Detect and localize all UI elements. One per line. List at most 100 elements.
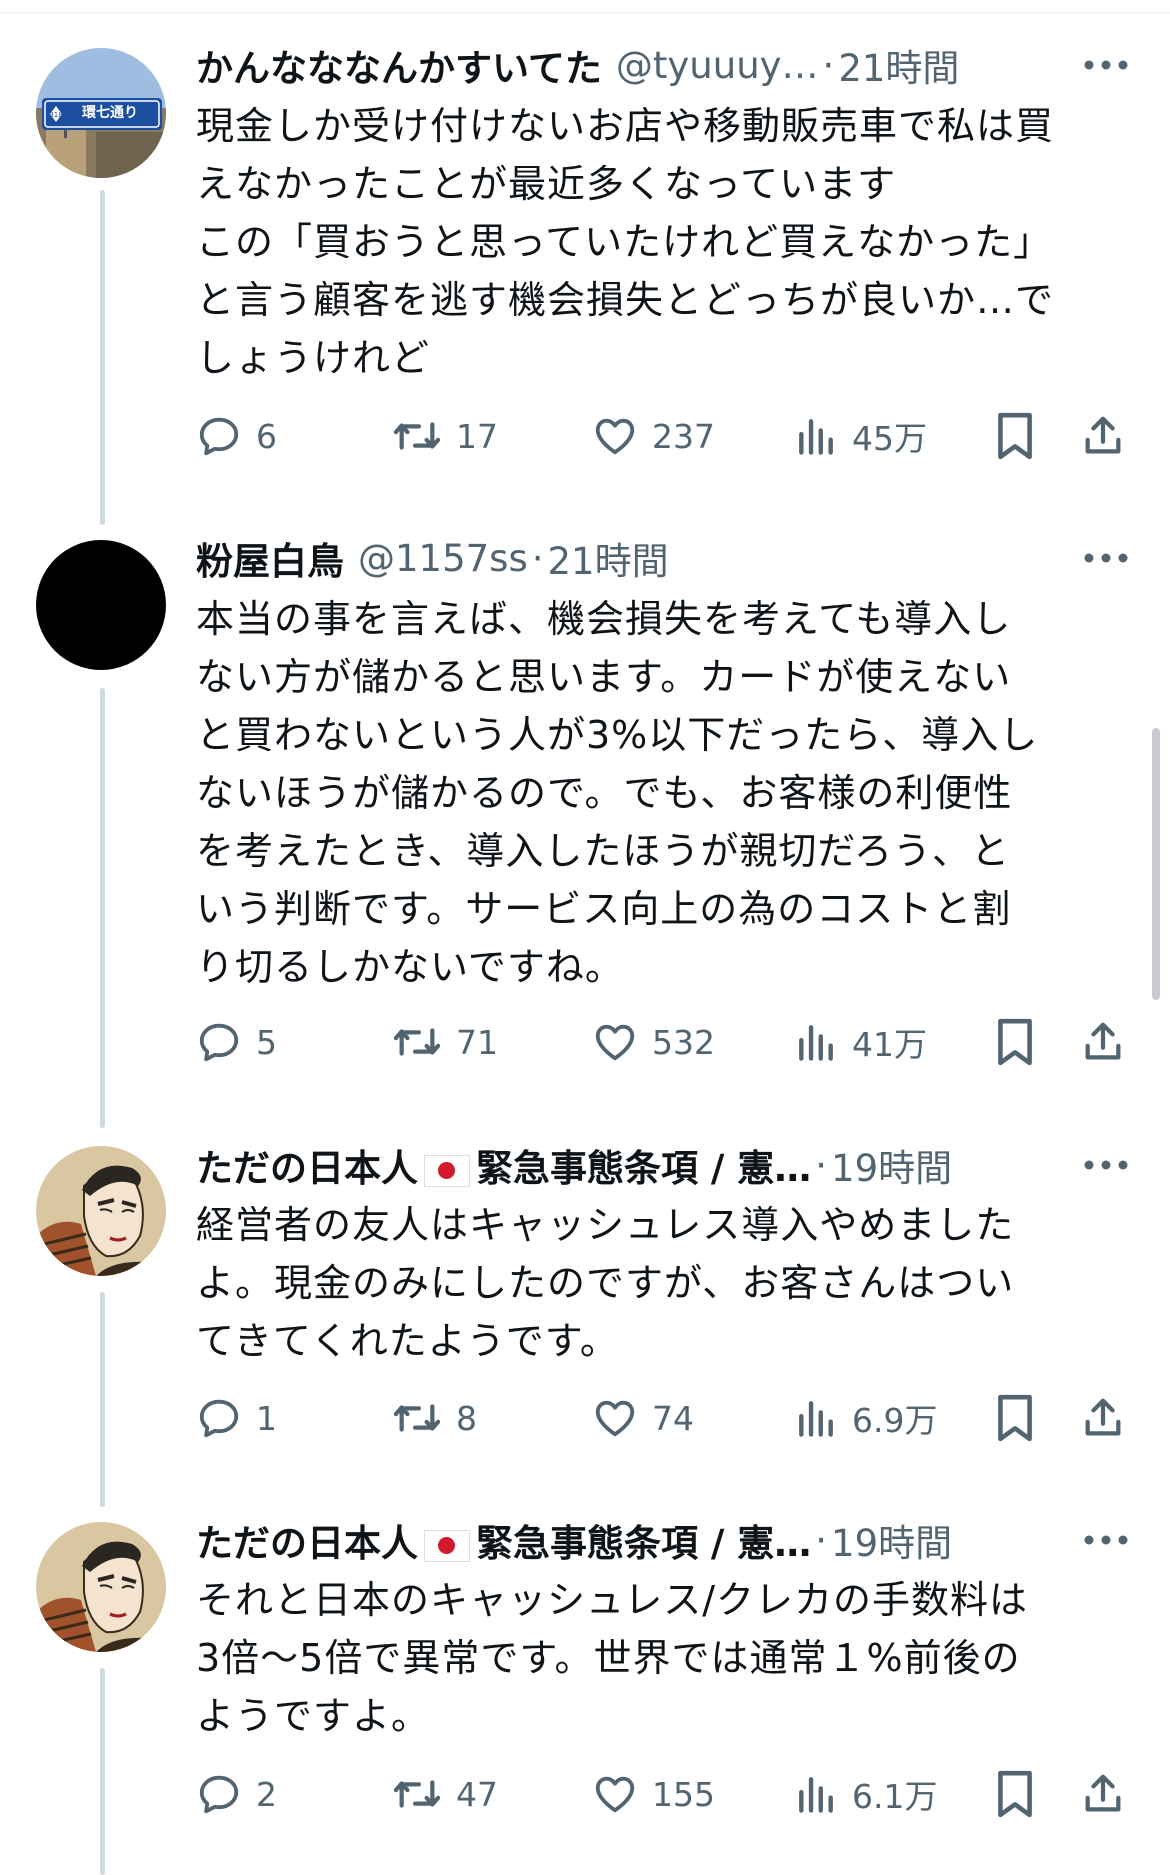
tweet-header: 粉屋白鳥 @1157ss · 21時間 bbox=[196, 528, 1130, 588]
views-button[interactable]: 41万 bbox=[794, 1012, 927, 1072]
retweet-button[interactable]: 8 bbox=[392, 1388, 477, 1448]
retweet-icon bbox=[393, 422, 441, 450]
retweet-count: 8 bbox=[456, 1398, 477, 1438]
tweet-text: 現金しか受け付けないお店や移動販売車で私は買 えなかったことが最近多くなっていま… bbox=[196, 104, 1055, 380]
like-count: 532 bbox=[652, 1022, 715, 1062]
display-name[interactable]: 粉屋白鳥 bbox=[196, 531, 344, 585]
share-button[interactable] bbox=[1080, 1388, 1126, 1448]
display-name-suffix: 緊急事態条項 / 憲… bbox=[476, 1147, 812, 1190]
reply-count: 1 bbox=[256, 1398, 277, 1438]
display-name[interactable]: ただの日本人 緊急事態条項 / 憲… bbox=[196, 1513, 811, 1567]
display-name[interactable]: かんなななんかすいてた bbox=[196, 38, 602, 92]
japan-flag-icon bbox=[424, 1529, 470, 1562]
views-button[interactable]: 45万 bbox=[794, 406, 927, 466]
retweet-button[interactable]: 17 bbox=[392, 406, 498, 466]
retweet-count: 47 bbox=[456, 1774, 498, 1814]
views-count: 6.1万 bbox=[852, 1777, 938, 1816]
share-icon bbox=[1085, 1398, 1121, 1436]
like-icon bbox=[595, 418, 635, 455]
bookmark-icon bbox=[998, 1018, 1032, 1066]
like-button[interactable]: 532 bbox=[592, 1012, 715, 1072]
user-handle[interactable]: @1157ss bbox=[358, 537, 528, 580]
tweet-text: 経営者の友人はキャッシュレス導入やめました よ。現金のみにしたのですが、お客さん… bbox=[196, 1203, 1015, 1363]
views-icon bbox=[799, 1025, 833, 1061]
reply-button[interactable]: 6 bbox=[196, 406, 277, 466]
views-icon bbox=[799, 1777, 833, 1813]
like-count: 155 bbox=[652, 1774, 715, 1814]
share-button[interactable] bbox=[1080, 1764, 1126, 1824]
share-button[interactable] bbox=[1080, 406, 1126, 466]
svg-text:318: 318 bbox=[49, 111, 62, 119]
timestamp[interactable]: 21時間 bbox=[547, 531, 668, 585]
thread-line bbox=[100, 190, 105, 525]
retweet-count: 17 bbox=[456, 416, 498, 456]
views-button[interactable]: 6.1万 bbox=[794, 1764, 937, 1824]
share-icon bbox=[1085, 1022, 1121, 1060]
more-icon[interactable] bbox=[1082, 1516, 1130, 1564]
avatar[interactable] bbox=[36, 540, 166, 670]
separator-dot: · bbox=[815, 1143, 828, 1187]
scrollbar[interactable] bbox=[1152, 728, 1160, 1000]
timestamp[interactable]: 19時間 bbox=[831, 1138, 952, 1192]
like-icon bbox=[595, 1776, 635, 1813]
bookmark-button[interactable] bbox=[994, 406, 1036, 466]
action-bar: 5 71 532 41万 bbox=[196, 1012, 1136, 1072]
reply-count: 6 bbox=[256, 416, 277, 456]
separator-dot: · bbox=[531, 536, 544, 580]
bookmark-button[interactable] bbox=[994, 1012, 1036, 1072]
retweet-icon bbox=[393, 1780, 441, 1808]
reply-icon bbox=[199, 1399, 239, 1438]
tweet-text: 本当の事を言えば、機会損失を考えても導入し ない方が儲かると思います。カードが使… bbox=[196, 597, 1039, 989]
retweet-icon bbox=[393, 1028, 441, 1056]
like-count: 237 bbox=[652, 416, 715, 456]
retweet-button[interactable]: 71 bbox=[392, 1012, 498, 1072]
share-button[interactable] bbox=[1080, 1012, 1126, 1072]
views-count: 6.9万 bbox=[852, 1401, 938, 1440]
like-button[interactable]: 155 bbox=[592, 1764, 715, 1824]
reply-icon bbox=[199, 1023, 239, 1062]
avatar[interactable]: 318 環七通り bbox=[36, 48, 166, 178]
avatar-photo: 318 環七通り bbox=[36, 48, 166, 178]
views-icon bbox=[799, 419, 833, 455]
views-button[interactable]: 6.9万 bbox=[794, 1388, 937, 1448]
reply-count: 5 bbox=[256, 1022, 277, 1062]
reply-count: 2 bbox=[256, 1774, 277, 1814]
like-icon bbox=[595, 1400, 635, 1437]
svg-text:環七通り: 環七通り bbox=[82, 105, 138, 121]
retweet-button[interactable]: 47 bbox=[392, 1764, 498, 1824]
user-handle[interactable]: @tyuuuy… bbox=[616, 44, 819, 87]
tweet-header: かんなななんかすいてた @tyuuuy… · 21時間 bbox=[196, 35, 1130, 95]
avatar-photo bbox=[36, 1522, 166, 1652]
reply-icon bbox=[199, 1775, 239, 1814]
reply-button[interactable]: 1 bbox=[196, 1388, 277, 1448]
like-button[interactable]: 237 bbox=[592, 406, 715, 466]
display-name-text: ただの日本人 bbox=[196, 1147, 418, 1190]
like-count: 74 bbox=[652, 1398, 694, 1438]
reply-button[interactable]: 2 bbox=[196, 1764, 277, 1824]
more-icon[interactable] bbox=[1082, 41, 1130, 89]
retweet-count: 71 bbox=[456, 1022, 498, 1062]
retweet-icon bbox=[393, 1404, 441, 1432]
action-bar: 2 47 155 6.1万 bbox=[196, 1764, 1136, 1824]
thread-line bbox=[100, 1292, 105, 1507]
like-button[interactable]: 74 bbox=[592, 1388, 694, 1448]
bookmark-icon bbox=[998, 1770, 1032, 1818]
thread-line bbox=[100, 1668, 105, 1875]
timestamp[interactable]: 21時間 bbox=[838, 38, 959, 92]
avatar[interactable] bbox=[36, 1522, 166, 1652]
reply-button[interactable]: 5 bbox=[196, 1012, 277, 1072]
top-divider bbox=[0, 0, 1170, 13]
avatar[interactable] bbox=[36, 1146, 166, 1276]
action-bar: 6 17 237 45万 bbox=[196, 406, 1136, 466]
bookmark-button[interactable] bbox=[994, 1764, 1036, 1824]
bookmark-button[interactable] bbox=[994, 1388, 1036, 1448]
more-icon[interactable] bbox=[1082, 1141, 1130, 1189]
share-icon bbox=[1085, 416, 1121, 454]
action-bar: 1 8 74 6.9万 bbox=[196, 1388, 1136, 1448]
display-name-text: ただの日本人 bbox=[196, 1522, 418, 1565]
reply-icon bbox=[199, 417, 239, 456]
display-name[interactable]: ただの日本人 緊急事態条項 / 憲… bbox=[196, 1138, 811, 1192]
more-icon[interactable] bbox=[1082, 534, 1130, 582]
timestamp[interactable]: 19時間 bbox=[831, 1513, 952, 1567]
bookmark-icon bbox=[998, 1394, 1032, 1442]
